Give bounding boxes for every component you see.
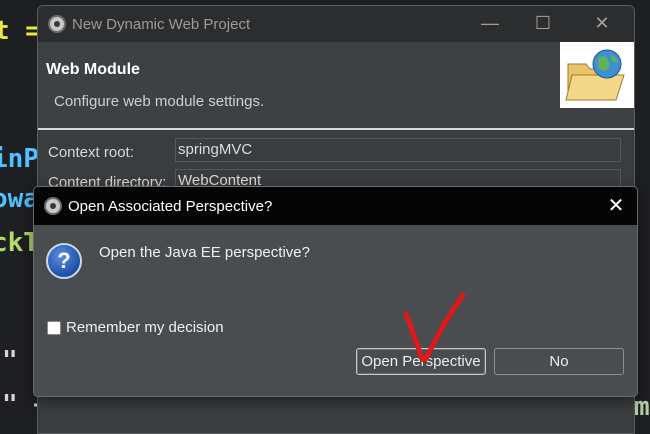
folder-globe-icon [560,42,634,108]
code-line: inP [0,144,39,174]
dialog-titlebar: Open Associated Perspective? ✕ [34,187,637,225]
banner-divider [38,128,634,130]
minimize-button[interactable]: — [480,14,500,32]
eclipse-icon [48,15,66,33]
window-title: New Dynamic Web Project [72,16,251,33]
wizard-banner: Web Module Configure web module settings… [38,42,634,128]
window-titlebar: New Dynamic Web Project — ☐ ✕ [38,6,634,42]
question-icon: ? [46,243,82,279]
no-button[interactable]: No [494,348,624,375]
code-line: t = [0,16,41,46]
context-root-label: Context root: [48,144,134,161]
close-button[interactable]: ✕ [605,196,627,216]
close-button[interactable]: ✕ [592,14,612,32]
eclipse-icon [44,197,62,215]
code-line: m [634,392,650,422]
dialog-body: ? Open the Java EE perspective? Remember… [34,225,637,396]
dialog-title: Open Associated Perspective? [68,198,273,215]
page-description: Configure web module settings. [54,93,265,110]
page-title: Web Module [46,61,140,78]
remember-decision-checkbox[interactable] [47,321,61,335]
dialog-message: Open the Java EE perspective? [99,244,310,261]
open-perspective-button[interactable]: Open Perspective [356,348,486,375]
open-associated-perspective-dialog: Open Associated Perspective? ✕ ? Open th… [33,186,638,397]
maximize-button[interactable]: ☐ [533,14,553,32]
remember-decision-label[interactable]: Remember my decision [66,319,224,336]
context-root-input[interactable]: springMVC [175,138,621,162]
